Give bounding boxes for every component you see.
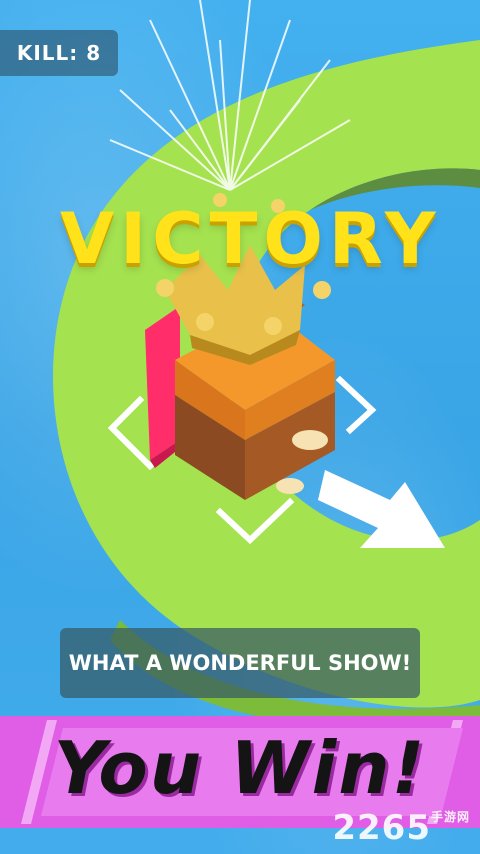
watermark-suffix: 手游网 xyxy=(430,810,470,824)
kill-counter: KILL: 8 xyxy=(0,30,118,76)
game-scene: KILL: 8 VICTORY WHAT A WONDERFUL SHOW! Y… xyxy=(0,0,480,854)
message-text: WHAT A WONDERFUL SHOW! xyxy=(68,651,412,675)
win-text: You Win! xyxy=(53,726,427,810)
victory-title: VICTORY xyxy=(60,198,442,280)
message-panel: WHAT A WONDERFUL SHOW! xyxy=(60,628,420,698)
watermark: 2265手游网 xyxy=(332,808,470,848)
watermark-number: 2265 xyxy=(332,808,431,848)
kill-counter-label: KILL: 8 xyxy=(16,41,102,65)
